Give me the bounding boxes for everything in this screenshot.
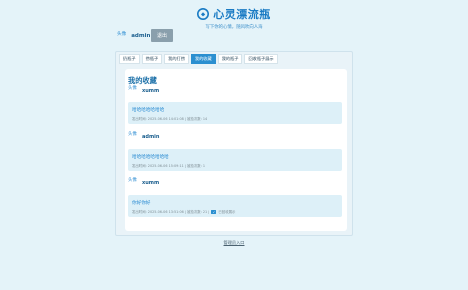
bottle-logo-icon	[197, 8, 210, 20]
post-username: xumm	[142, 88, 160, 94]
post-meta: 发出时间: 2025-06-06 15:09:11 | 被捡次数: 1	[132, 163, 205, 168]
admin-entry-link[interactable]: 管理员入口	[0, 240, 468, 246]
post-content: 哈哈哈哈哈哈哈	[132, 108, 165, 113]
post-avatar[interactable]: 头像	[128, 177, 137, 183]
post-username: admin	[142, 134, 160, 140]
tab-my-favorites[interactable]: 我的收藏	[190, 54, 216, 64]
post-meta-text: 发出时间: 2025-06-06 15:09:11 | 被捡次数: 1	[132, 164, 206, 168]
username: admin	[131, 33, 151, 39]
post-meta-extra: 已回收展示	[218, 210, 236, 214]
favorite-post[interactable]: 哈哈哈哈哈哈哈 发出时间: 2025-06-06 14:01:08 | 被捡次数…	[128, 102, 342, 124]
post-content: 你好你好	[132, 201, 151, 206]
tab-my-catches[interactable]: 我的打捞	[164, 54, 189, 64]
post-meta-text: 发出时间: 2025-06-06 13:51:06 | 被捡次数: 21 |	[132, 210, 210, 214]
user-area: 头像 admin	[117, 30, 150, 42]
post-content: 哈哈哈哈哈哈哈哈	[132, 155, 169, 160]
main-panel: 扔瓶子 捞瓶子 我的打捞 我的收藏 我的瓶子 回收瓶子展示 我的收藏 头像 xu…	[115, 51, 353, 236]
post-avatar[interactable]: 头像	[128, 85, 137, 91]
favorites-content: 我的收藏 头像 xumm 哈哈哈哈哈哈哈 发出时间: 2025-06-06 14…	[125, 69, 347, 231]
tab-bar: 扔瓶子 捞瓶子 我的打捞 我的收藏 我的瓶子 回收瓶子展示	[119, 54, 278, 64]
tab-throw-bottle[interactable]: 扔瓶子	[119, 54, 140, 64]
post-meta-text: 发出时间: 2025-06-06 14:01:08 | 被捡次数: 14	[132, 117, 208, 121]
tab-fish-bottle[interactable]: 捞瓶子	[141, 54, 163, 64]
post-username: xumm	[142, 180, 160, 186]
avatar[interactable]: 头像	[117, 31, 126, 37]
favorite-post[interactable]: 你好你好 发出时间: 2025-06-06 13:51:06 | 被捡次数: 2…	[128, 195, 342, 217]
post-avatar[interactable]: 头像	[128, 131, 137, 137]
favorite-post[interactable]: 哈哈哈哈哈哈哈哈 发出时间: 2025-06-06 15:09:11 | 被捡次…	[128, 149, 342, 171]
tab-recycled-bottles[interactable]: 回收瓶子展示	[244, 54, 278, 64]
app-header: 心灵漂流瓶	[0, 7, 468, 21]
recycled-badge-icon: ✓	[211, 209, 217, 214]
post-meta: 发出时间: 2025-06-06 13:51:06 | 被捡次数: 21 | ✓…	[132, 209, 235, 214]
tab-my-bottles[interactable]: 我的瓶子	[217, 54, 243, 64]
page: 心灵漂流瓶 写下你的心情，随风吹向人海 头像 admin 退出 扔瓶子 捞瓶子 …	[0, 0, 468, 290]
logout-button[interactable]: 退出	[151, 29, 173, 42]
post-meta: 发出时间: 2025-06-06 14:01:08 | 被捡次数: 14	[132, 116, 207, 121]
app-title: 心灵漂流瓶	[213, 8, 271, 21]
app-subtitle: 写下你的心情，随风吹向人海	[205, 25, 263, 30]
